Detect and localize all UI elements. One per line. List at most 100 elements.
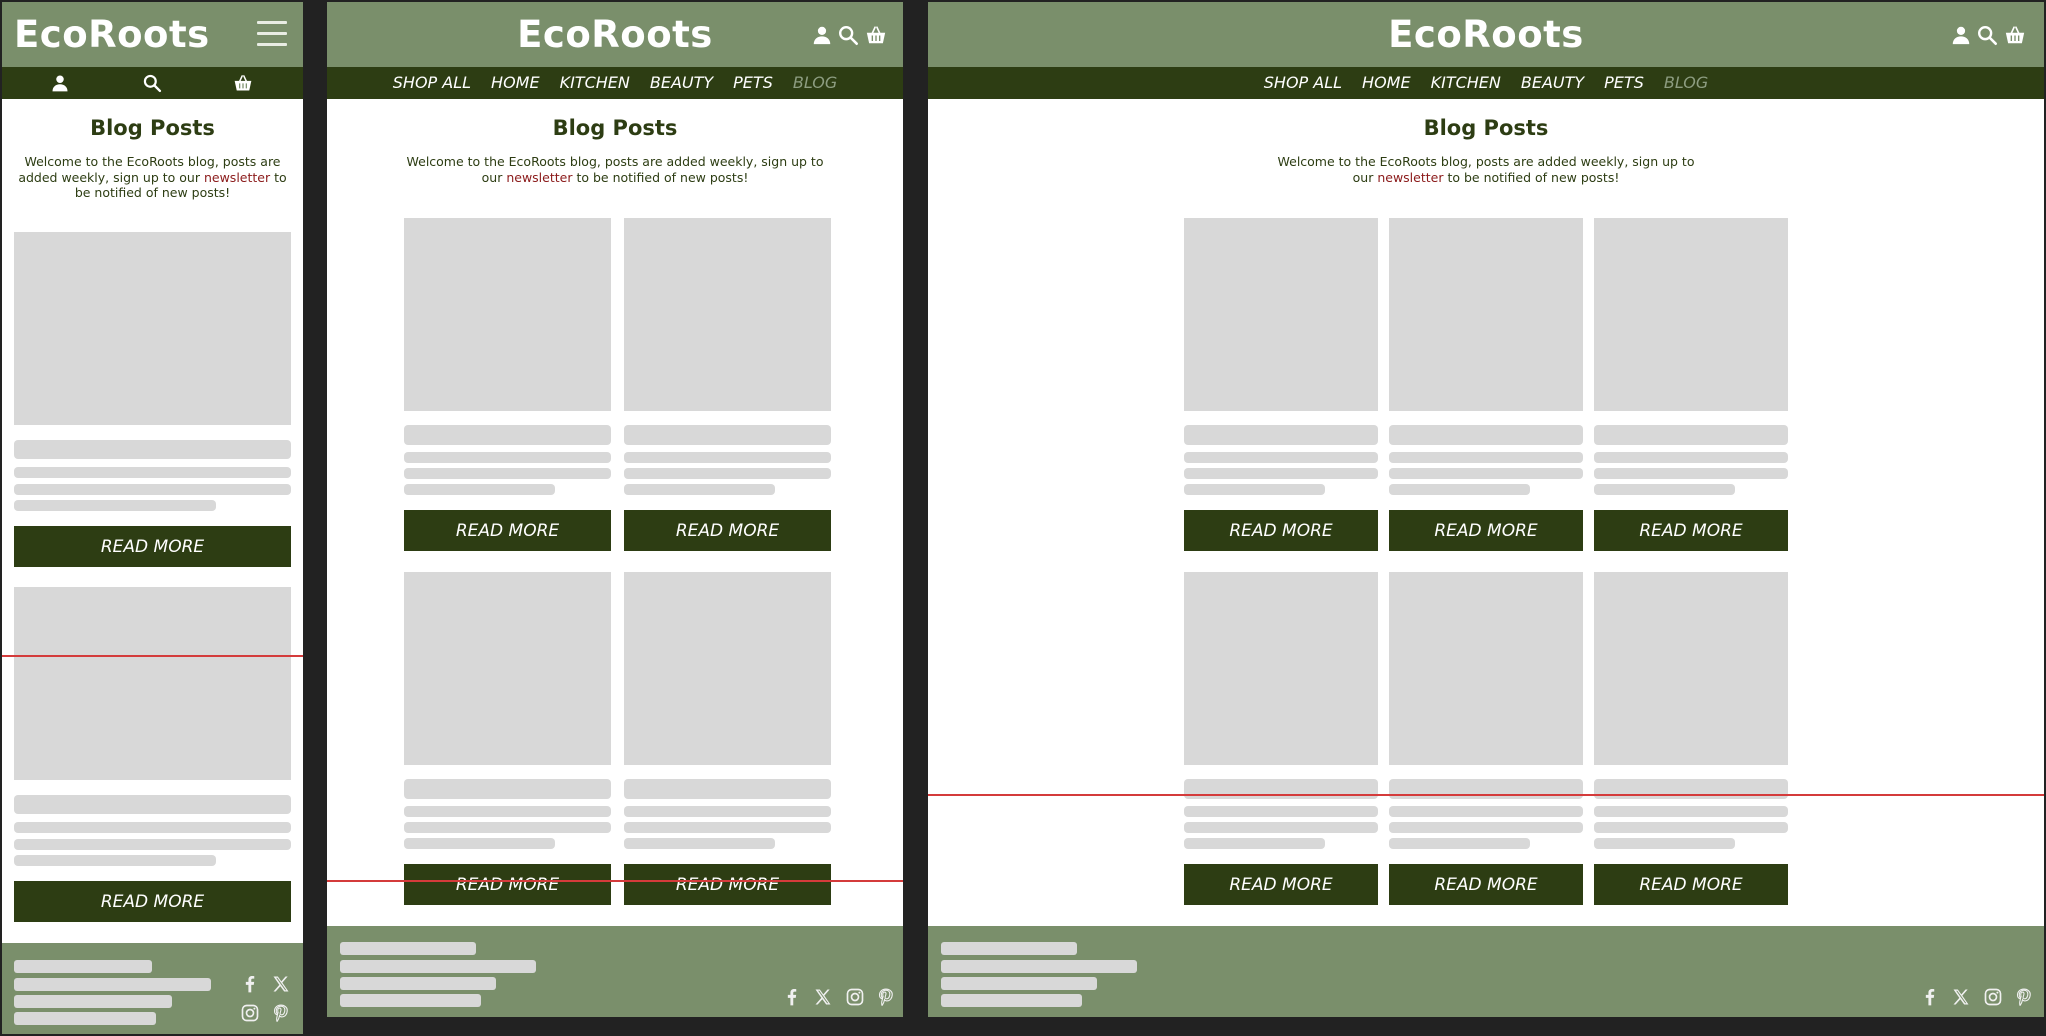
blog-card-image	[404, 218, 611, 411]
nav-home[interactable]: HOME	[1362, 67, 1411, 99]
main-nav: SHOP ALL HOME KITCHEN BEAUTY PETS BLOG	[928, 67, 2044, 99]
basket-icon[interactable]	[2004, 24, 2026, 46]
blog-card-text-placeholder	[1389, 484, 1530, 495]
blog-card-text-placeholder	[404, 468, 611, 479]
footer-text-placeholder	[14, 960, 152, 973]
nav-pets[interactable]: PETS	[733, 67, 773, 99]
blog-card-text-placeholder	[624, 468, 831, 479]
x-icon[interactable]	[271, 974, 291, 994]
blog-card-text-placeholder	[624, 484, 775, 495]
nav-blog[interactable]: BLOG	[1664, 67, 1708, 99]
blog-card-image	[624, 218, 831, 411]
read-more-button[interactable]: READ MORE	[624, 510, 831, 551]
fold-line	[2, 655, 303, 657]
nav-pets[interactable]: PETS	[1604, 67, 1644, 99]
blog-card-text-placeholder	[1389, 838, 1530, 849]
blog-card-text-placeholder	[404, 806, 611, 817]
nav-kitchen[interactable]: KITCHEN	[1431, 67, 1501, 99]
footer-text-placeholder	[941, 994, 1082, 1007]
blog-card-text-placeholder	[1184, 452, 1378, 463]
blog-card: READ MORE	[404, 572, 611, 905]
blog-card-image	[1184, 572, 1378, 765]
read-more-button[interactable]: READ MORE	[624, 864, 831, 905]
intro-text-end: to be notified of new posts!	[1443, 169, 1620, 185]
nav-shop-all[interactable]: SHOP ALL	[1264, 67, 1342, 99]
instagram-icon[interactable]	[1983, 987, 2003, 1007]
blog-card-title-placeholder	[1184, 779, 1378, 799]
blog-card: READ MORE	[1594, 218, 1788, 551]
nav-shop-all[interactable]: SHOP ALL	[393, 67, 471, 99]
pinterest-icon[interactable]	[271, 1003, 291, 1023]
logo[interactable]: EcoRoots	[928, 13, 2044, 57]
newsletter-link[interactable]: newsletter	[506, 170, 572, 185]
blog-card-text-placeholder	[624, 822, 831, 833]
nav-beauty[interactable]: BEAUTY	[650, 67, 713, 99]
instagram-icon[interactable]	[845, 987, 865, 1007]
user-icon[interactable]	[1950, 24, 1972, 46]
logo[interactable]: EcoRoots	[14, 13, 210, 57]
newsletter-link[interactable]: newsletter	[1377, 170, 1443, 185]
read-more-button[interactable]: READ MORE	[404, 864, 611, 905]
x-icon[interactable]	[1951, 987, 1971, 1007]
hamburger-menu-icon[interactable]	[257, 19, 287, 47]
intro-text-end: to be notified of new posts!	[572, 169, 749, 185]
intro-text: Welcome to the EcoRoots blog, posts are …	[1266, 154, 1706, 185]
blog-card-text-placeholder	[1389, 822, 1583, 833]
read-more-button[interactable]: READ MORE	[1184, 864, 1378, 905]
pinterest-icon[interactable]	[876, 987, 896, 1007]
facebook-icon[interactable]	[782, 987, 802, 1007]
search-icon[interactable]	[1976, 24, 1998, 46]
blog-card-title-placeholder	[1184, 425, 1378, 445]
search-icon[interactable]	[142, 73, 162, 93]
blog-card-image	[1389, 218, 1583, 411]
blog-card-text-placeholder	[14, 484, 291, 495]
read-more-button[interactable]: READ MORE	[1594, 510, 1788, 551]
nav-beauty[interactable]: BEAUTY	[1521, 67, 1584, 99]
read-more-button[interactable]: READ MORE	[1594, 864, 1788, 905]
search-icon[interactable]	[837, 24, 859, 46]
blog-card-text-placeholder	[1184, 484, 1325, 495]
blog-card-text-placeholder	[1389, 452, 1583, 463]
read-more-button[interactable]: READ MORE	[14, 881, 291, 922]
blog-card-text-placeholder	[404, 838, 555, 849]
blog-card-text-placeholder	[404, 822, 611, 833]
footer-text-placeholder	[941, 942, 1077, 955]
page-title: Blog Posts	[90, 116, 215, 140]
blog-card-text-placeholder	[14, 822, 291, 833]
blog-card-text-placeholder	[14, 500, 216, 511]
instagram-icon[interactable]	[240, 1003, 260, 1023]
read-more-button[interactable]: READ MORE	[1184, 510, 1378, 551]
facebook-icon[interactable]	[1920, 987, 1940, 1007]
blog-card-text-placeholder	[1184, 838, 1325, 849]
blog-card-title-placeholder	[14, 795, 291, 814]
pinterest-icon[interactable]	[2014, 987, 2034, 1007]
blog-card-image	[1594, 218, 1788, 411]
read-more-button[interactable]: READ MORE	[1389, 864, 1583, 905]
site-footer	[327, 926, 903, 1017]
basket-icon[interactable]	[233, 73, 253, 93]
nav-kitchen[interactable]: KITCHEN	[560, 67, 630, 99]
desktop-frame: EcoRoots SHOP ALL HOME KITCHEN BEAUTY PETS BL…	[928, 2, 2044, 1017]
read-more-button[interactable]: READ MORE	[14, 526, 291, 567]
site-header: EcoRoots	[928, 2, 2044, 67]
facebook-icon[interactable]	[240, 974, 260, 994]
read-more-button[interactable]: READ MORE	[404, 510, 611, 551]
footer-text-placeholder	[14, 1012, 156, 1025]
x-icon[interactable]	[813, 987, 833, 1007]
blog-card-title-placeholder	[404, 425, 611, 445]
blog-card-text-placeholder	[14, 855, 216, 866]
read-more-button[interactable]: READ MORE	[1389, 510, 1583, 551]
nav-home[interactable]: HOME	[491, 67, 540, 99]
basket-icon[interactable]	[865, 24, 887, 46]
blog-card: READ MORE	[624, 572, 831, 905]
blog-card-title-placeholder	[1389, 779, 1583, 799]
newsletter-link[interactable]: newsletter	[204, 170, 270, 185]
blog-card-title-placeholder	[1389, 425, 1583, 445]
blog-card-title-placeholder	[624, 779, 831, 799]
mobile-frame: EcoRoots Blog Posts Welcome to the EcoRo…	[2, 2, 303, 1034]
user-icon[interactable]	[50, 73, 70, 93]
user-icon[interactable]	[811, 24, 833, 46]
blog-card: READ MORE	[14, 232, 291, 567]
nav-blog[interactable]: BLOG	[793, 67, 837, 99]
header-icons	[811, 24, 887, 46]
